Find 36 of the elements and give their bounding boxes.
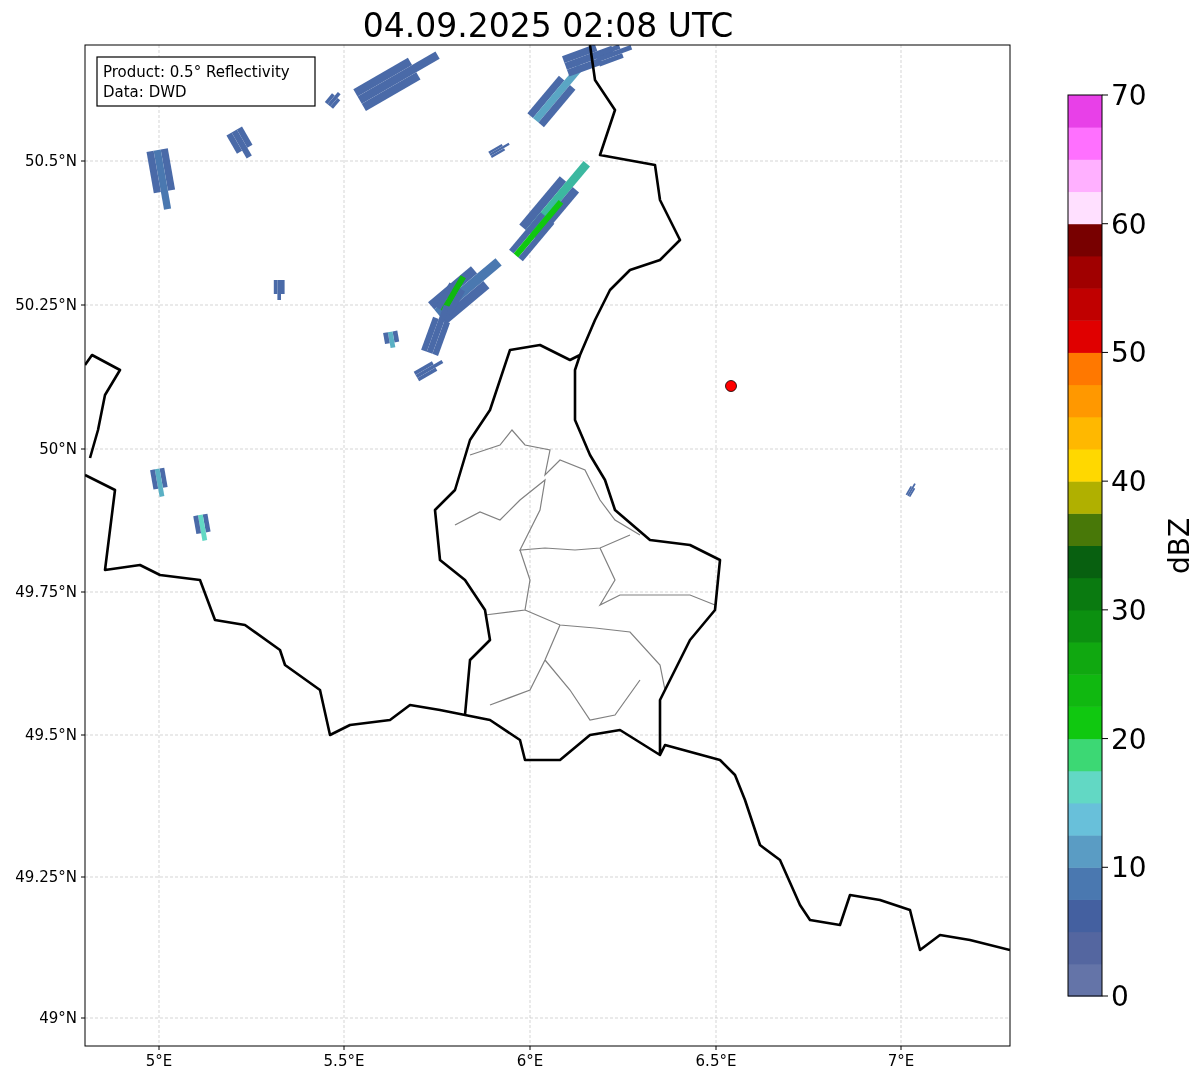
info-text: Data: DWD [103,83,187,101]
radar-echo-patch [226,126,253,159]
longitude-tick-label: 7°E [887,1052,915,1070]
info-text: Product: 0.5° Reflectivity [103,63,290,81]
latitude-tick-label: 49°N [39,1009,77,1027]
longitude-tick-label: 5°E [145,1052,173,1070]
colorbar-tick-label: 20 [1111,722,1147,756]
latitude-tick-label: 49.75°N [15,583,77,601]
colorbar-tick-label: 10 [1111,851,1147,885]
radar-echo-patch [146,148,176,210]
latitude-tick-label: 49.5°N [24,726,77,744]
colorbar-tick-label: 60 [1111,207,1147,241]
radar-echo-patch [193,513,211,541]
radar-echo-patch [273,280,285,300]
longitude-tick-label: 6.5°E [695,1052,737,1070]
longitude-tick-label: 5.5°E [323,1052,365,1070]
colorbar-tick-label: 50 [1111,336,1147,370]
radar-echo-patch [413,359,444,382]
latitude-tick-label: 50°N [39,440,77,458]
figure-title: 04.09.2025 02:08 UTC [362,6,734,45]
radar-echo-patch [488,142,510,158]
colorbar-label: dBZ [1163,517,1196,575]
colorbar-tick-label: 40 [1111,465,1147,499]
radar-echo-patch [509,199,564,262]
radar-echo-patch [150,467,168,497]
latitude-tick-label: 50.5°N [24,152,77,170]
latitude-tick-label: 50.25°N [15,296,77,314]
radar-echo-patch [905,483,916,498]
colorbar-tick-label: 70 [1111,79,1147,112]
location-marker [725,380,737,392]
colorbar-tick-label: 30 [1111,593,1147,627]
radar-echo-patch [324,91,341,109]
latitude-tick-label: 49.25°N [15,868,77,886]
radar-echo-patch [383,330,400,348]
colorbar-tick-label: 0 [1111,980,1129,1013]
longitude-tick-label: 6°E [516,1052,544,1070]
